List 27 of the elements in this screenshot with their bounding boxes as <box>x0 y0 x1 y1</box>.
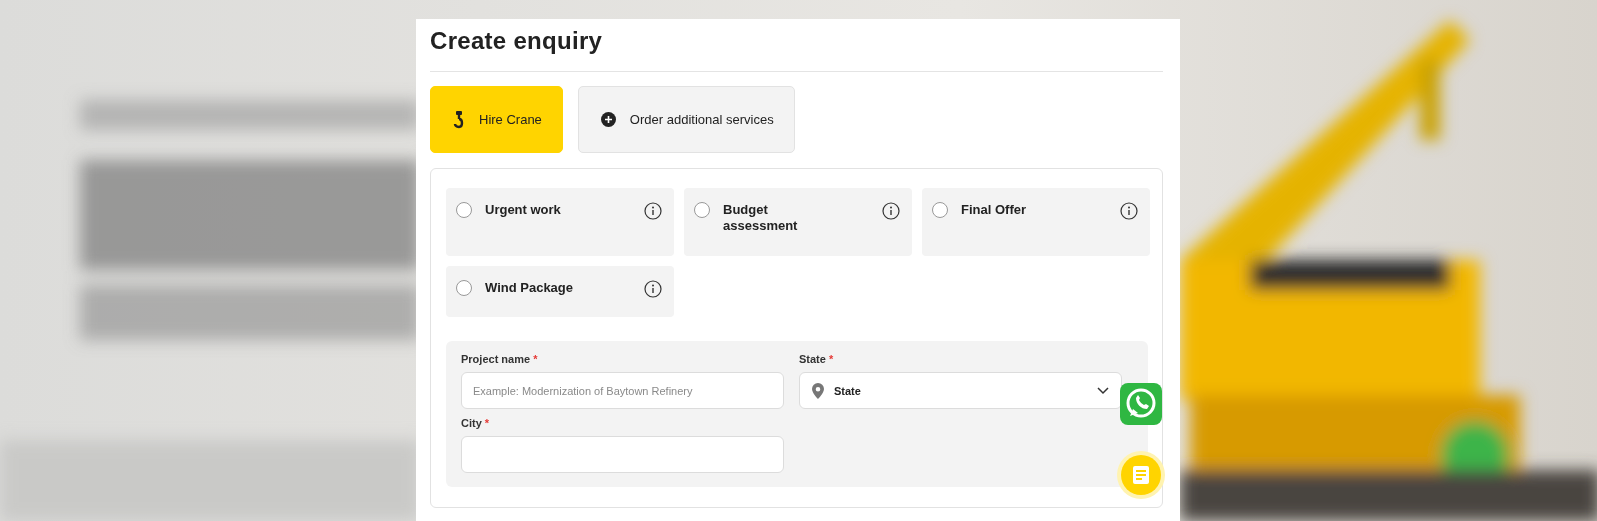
radio-button[interactable] <box>694 202 710 218</box>
radio-button[interactable] <box>932 202 948 218</box>
service-tab[interactable]: Order additional services <box>577 86 795 153</box>
chat-app-icon[interactable] <box>1120 383 1162 425</box>
option-label: Wind Package <box>485 280 575 296</box>
input-field[interactable]: Example: Modernization of Baytown Refinery <box>461 372 784 409</box>
field-label: State * <box>799 353 835 365</box>
option-label: Urgent work <box>485 202 562 218</box>
info-icon[interactable] <box>882 202 900 220</box>
service-tab[interactable]: Hire Crane <box>430 86 563 153</box>
radio-button[interactable] <box>456 280 472 296</box>
input-field[interactable] <box>461 436 784 473</box>
option-label: Final Offer <box>961 202 1027 218</box>
info-icon[interactable] <box>644 280 662 298</box>
state-select[interactable]: State <box>799 372 1122 409</box>
chevron-down-icon <box>1097 386 1109 395</box>
hook-icon <box>453 110 465 129</box>
location-pin-icon <box>812 382 824 399</box>
option-label: Budget assessment <box>723 202 799 234</box>
radio-button[interactable] <box>456 202 472 218</box>
dialog-title: Create enquiry <box>430 27 1163 72</box>
info-icon[interactable] <box>1120 202 1138 220</box>
field-label: Project name * <box>461 353 539 365</box>
info-icon[interactable] <box>644 202 662 220</box>
field-label: City * <box>461 417 491 429</box>
note-button[interactable] <box>1117 451 1165 499</box>
plus-icon <box>600 112 616 127</box>
